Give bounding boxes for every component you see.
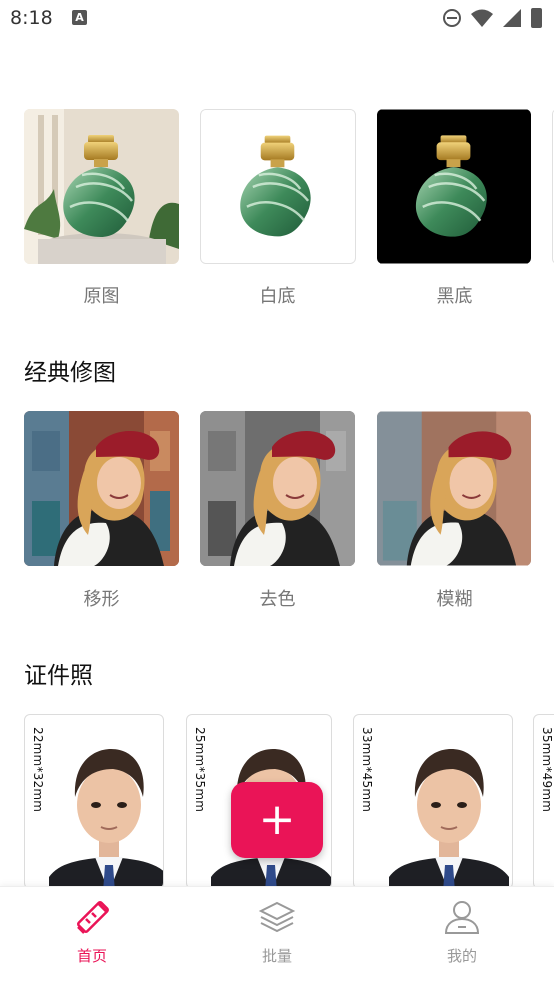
- user-icon: [444, 901, 480, 934]
- id-size-label: 33mm*45mm: [360, 727, 374, 813]
- signal-icon: [503, 9, 521, 27]
- desaturate-label: 去色: [259, 589, 296, 610]
- status-bar: 8:18 A: [0, 0, 554, 40]
- nav-item-home[interactable]: 首页: [32, 897, 152, 966]
- blur-thumbnail[interactable]: [377, 411, 531, 566]
- classic-section-title: 经典修图: [24, 360, 116, 386]
- nav-item-batch[interactable]: 批量: [217, 897, 337, 966]
- blur-label: 模糊: [436, 589, 473, 610]
- id-size-card[interactable]: 22mm*32mm: [24, 714, 164, 889]
- id-photo-section-title: 证件照: [24, 663, 93, 689]
- id-portrait: [388, 748, 510, 888]
- original-thumbnail[interactable]: [24, 109, 179, 264]
- transform-thumbnail[interactable]: [24, 411, 179, 566]
- ruler-pencil-icon: [77, 901, 109, 934]
- white-background-thumbnail[interactable]: [200, 109, 356, 264]
- id-size-label: 25mm*35mm: [193, 727, 207, 813]
- nav-label-profile: 我的: [446, 947, 477, 965]
- nav-label-home: 首页: [76, 947, 107, 965]
- layers-icon: [258, 901, 296, 933]
- plus-icon: +: [258, 794, 296, 845]
- black-background-thumbnail[interactable]: [377, 109, 531, 264]
- transform-label: 移形: [83, 589, 120, 610]
- id-size-label: 35mm*49mm: [540, 727, 554, 813]
- id-portrait: [49, 748, 163, 888]
- desaturate-thumbnail[interactable]: [200, 411, 355, 566]
- status-time: 8:18: [10, 7, 53, 29]
- id-size-label: 22mm*32mm: [31, 727, 45, 813]
- notification-a-icon: A: [72, 10, 87, 25]
- id-size-card[interactable]: 33mm*45mm: [353, 714, 513, 889]
- black-background-label: 黑底: [436, 286, 473, 307]
- original-label: 原图: [83, 286, 120, 307]
- wifi-icon: [471, 9, 493, 27]
- white-background-label: 白底: [259, 286, 296, 307]
- add-button[interactable]: +: [231, 782, 323, 858]
- nav-label-batch: 批量: [261, 947, 292, 965]
- nav-item-profile[interactable]: 我的: [402, 897, 522, 966]
- id-size-card[interactable]: 35mm*49mm: [533, 714, 554, 889]
- battery-icon: [531, 8, 542, 28]
- dnd-icon: [443, 9, 461, 27]
- bottom-nav: 首页 批量 我的: [0, 886, 554, 985]
